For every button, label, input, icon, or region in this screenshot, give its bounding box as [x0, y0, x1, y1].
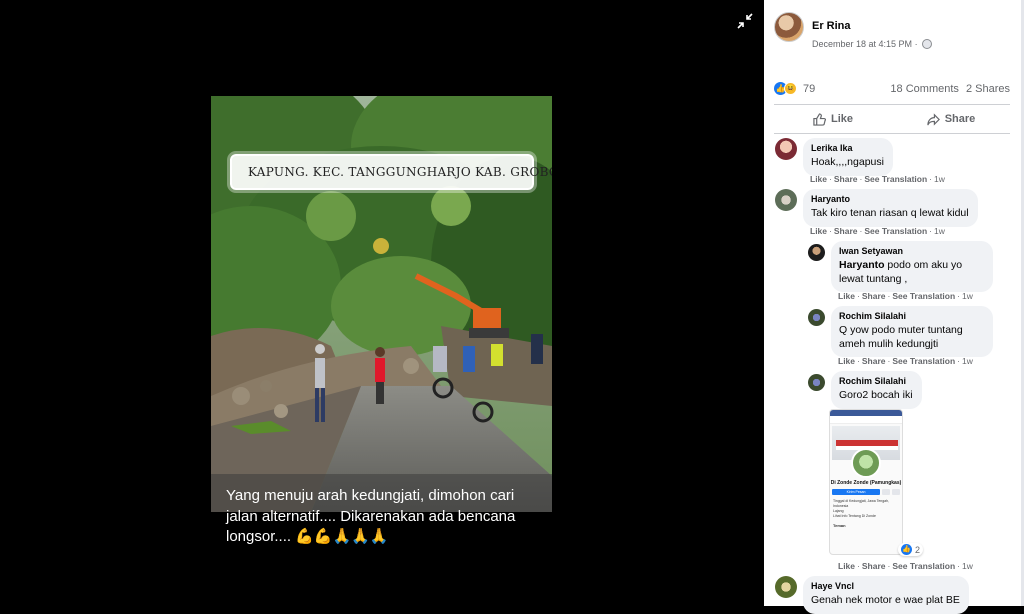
shares-count[interactable]: 2 Shares [966, 83, 1010, 95]
comment-share-link[interactable]: Share [862, 561, 886, 571]
attachment-line: Lihat Info Tentang Di Zonde [833, 514, 876, 518]
location-text: KAPUNG. KEC. TANGGUNGHARJO KAB. GROBOG..… [248, 165, 552, 179]
comment-text: Tak kiro tenan riasan q lewat kidul [811, 207, 969, 219]
comment-like-link[interactable]: Like [838, 356, 855, 366]
reply: Iwan Setyawan Haryanto podo om aku yo le… [808, 241, 993, 292]
comment: Lerika Ika Hoak,,,,ngapusi [775, 138, 893, 176]
share-arrow-icon [927, 112, 940, 126]
comment-time[interactable]: 1w [962, 291, 973, 301]
comment-actions: Like · Share · See Translation · 1w [838, 561, 973, 571]
commenter-avatar[interactable] [808, 309, 825, 326]
comment-actions: Like · Share · See Translation · 1w [838, 291, 973, 301]
comment-share-link[interactable]: Share [834, 226, 858, 236]
comment-time[interactable]: 1w [934, 226, 945, 236]
post-actions: Like Share [774, 104, 1010, 134]
commenter-name[interactable]: Rochim Silalahi [839, 311, 984, 321]
comment-attachment-image[interactable]: Di Zonde Zonde (Pamungkas) Kirim Pesan T… [829, 409, 903, 555]
commenter-name[interactable]: Haryanto [811, 194, 969, 204]
comment-text: Q yow podo muter tuntang ameh mulih kedu… [839, 324, 963, 350]
commenter-name[interactable]: Lerika Ika [811, 143, 884, 153]
commenter-name[interactable]: Haye Vncl [811, 581, 960, 591]
post-header: Er Rina December 18 at 4:15 PM · [774, 12, 932, 49]
reply: Rochim Silalahi Goro2 bocah iki [808, 371, 922, 409]
globe-icon [921, 39, 932, 49]
attachment-line: Tinggal di Kedungjati, Jawa Tengah, Indo… [833, 499, 890, 508]
comment-like-link[interactable]: Like [838, 291, 855, 301]
comment-time[interactable]: 1w [962, 561, 973, 571]
comment-actions: Like · Share · See Translation · 1w [810, 226, 945, 236]
commenter-avatar[interactable] [775, 576, 797, 598]
comment-time[interactable]: 1w [962, 356, 973, 366]
see-translation-link[interactable]: See Translation [864, 226, 927, 236]
commenter-avatar[interactable] [775, 189, 797, 211]
comment-share-link[interactable]: Share [862, 356, 886, 366]
comment: Haye Vncl Genah nek motor e wae plat BE [775, 576, 969, 614]
comment-actions: Like · Share · See Translation · 1w [810, 174, 945, 184]
location-banner: KAPUNG. KEC. TANGGUNGHARJO KAB. GROBOG..… [230, 154, 552, 190]
post-photo[interactable]: KAPUNG. KEC. TANGGUNGHARJO KAB. GROBOG..… [211, 96, 552, 512]
post-timestamp[interactable]: December 18 at 4:15 PM · [812, 39, 932, 49]
commenter-name[interactable]: Iwan Setyawan [839, 246, 984, 256]
reaction-count[interactable]: 79 [803, 83, 815, 95]
comment-bubble: Rochim Silalahi Goro2 bocah iki [831, 371, 922, 409]
comment: Haryanto Tak kiro tenan riasan q lewat k… [775, 189, 978, 227]
see-translation-link[interactable]: See Translation [864, 174, 927, 184]
commenter-avatar[interactable] [808, 374, 825, 391]
thumbs-up-icon [813, 112, 826, 126]
see-translation-link[interactable]: See Translation [892, 291, 955, 301]
see-translation-link[interactable]: See Translation [892, 356, 955, 366]
share-button[interactable]: Share [892, 105, 1010, 133]
comment-actions: Like · Share · See Translation · 1w [838, 356, 973, 366]
photo-viewer: KAPUNG. KEC. TANGGUNGHARJO KAB. GROBOG..… [0, 0, 764, 606]
haha-reaction-icon: 😆 [784, 82, 797, 95]
comments-count[interactable]: 18 Comments [890, 83, 958, 95]
comment-share-link[interactable]: Share [834, 174, 858, 184]
comment-text: Haryanto podo om aku yo lewat tuntang , [839, 259, 963, 285]
comment-text: Hoak,,,,ngapusi [811, 156, 884, 168]
reply: Rochim Silalahi Q yow podo muter tuntang… [808, 306, 993, 357]
author-name[interactable]: Er Rina [812, 20, 932, 32]
comment-text: Genah nek motor e wae plat BE [811, 594, 960, 606]
comment-bubble: Haye Vncl Genah nek motor e wae plat BE [803, 576, 969, 614]
attachment-footer: Teman [833, 523, 846, 528]
comment-like-link[interactable]: Like [810, 174, 827, 184]
attachment-page-name: Di Zonde Zonde [830, 480, 869, 486]
photo-caption: Yang menuju arah kedungjati, dimohon car… [226, 487, 516, 545]
collapse-icon[interactable] [737, 13, 755, 31]
comment-bubble: Iwan Setyawan Haryanto podo om aku yo le… [831, 241, 993, 292]
comment-bubble: Haryanto Tak kiro tenan riasan q lewat k… [803, 189, 978, 227]
attachment-message-button: Kirim Pesan [832, 489, 880, 495]
post-stats: 👍 😆 79 18 Comments 2 Shares [774, 82, 1010, 95]
comment-bubble: Lerika Ika Hoak,,,,ngapusi [803, 138, 893, 176]
attachment-page-sub: (Pamungkas) [869, 480, 902, 486]
see-translation-link[interactable]: See Translation [892, 561, 955, 571]
reactions-summary[interactable]: 👍 😆 79 [774, 82, 815, 95]
like-reaction-icon: 👍 [901, 544, 912, 555]
comment-text: Goro2 bocah iki [839, 389, 913, 401]
comment-like-link[interactable]: Like [810, 226, 827, 236]
commenter-name[interactable]: Rochim Silalahi [839, 376, 913, 386]
comment-time[interactable]: 1w [934, 174, 945, 184]
author-avatar[interactable] [774, 12, 804, 42]
comment-bubble: Rochim Silalahi Q yow podo muter tuntang… [831, 306, 993, 357]
like-button[interactable]: Like [774, 105, 892, 133]
comment-share-link[interactable]: Share [862, 291, 886, 301]
commenter-avatar[interactable] [808, 244, 825, 261]
attachment-reactions[interactable]: 👍 2 [898, 543, 924, 556]
commenter-avatar[interactable] [775, 138, 797, 160]
comment-like-link[interactable]: Like [838, 561, 855, 571]
mention-link[interactable]: Haryanto [839, 259, 885, 271]
